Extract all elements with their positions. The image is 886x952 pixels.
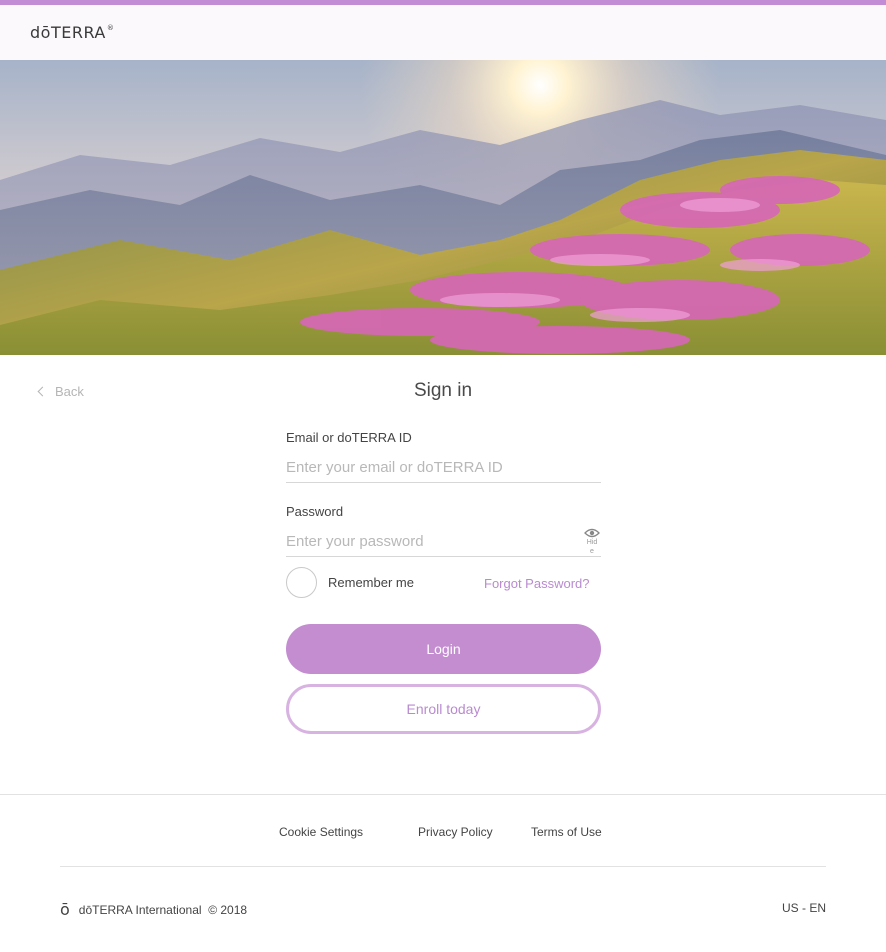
login-button-label: Login	[426, 641, 461, 657]
remember-me-label: Remember me	[328, 575, 414, 590]
email-label: Email or doTERRA ID	[286, 430, 412, 445]
login-button[interactable]: Login	[286, 624, 601, 674]
site-header: dōTERRA ®	[0, 5, 886, 60]
toggle-password-visibility[interactable]: Hide	[583, 528, 601, 556]
password-label: Password	[286, 504, 344, 519]
footer-link-terms-of-use[interactable]: Terms of Use	[531, 825, 602, 839]
email-field[interactable]	[286, 453, 601, 483]
logo-registered-mark: ®	[106, 24, 115, 32]
doterra-logo[interactable]: dōTERRA ®	[30, 23, 114, 42]
locale-selector[interactable]: US - EN	[782, 901, 826, 915]
footer-copyright: dōTERRA International © 2018	[78, 902, 248, 917]
password-field[interactable]	[286, 527, 581, 557]
page-title: Sign in	[413, 380, 473, 401]
enroll-button[interactable]: Enroll today	[286, 684, 601, 734]
doterra-mark-icon: ō	[60, 900, 70, 919]
enroll-button-label: Enroll today	[406, 701, 481, 717]
hide-label: Hide	[586, 539, 598, 555]
hero-banner-image	[0, 60, 886, 355]
footer-divider-top	[0, 794, 886, 795]
remember-me-checkbox[interactable]	[286, 567, 317, 598]
footer-link-privacy-policy[interactable]: Privacy Policy	[418, 825, 493, 839]
footer-divider	[60, 866, 826, 867]
logo-text: dōTERRA	[30, 23, 106, 42]
footer-brand: ō dōTERRA International © 2018	[60, 900, 247, 919]
forgot-password-link[interactable]: Forgot Password?	[484, 576, 590, 591]
eye-icon	[584, 528, 600, 538]
footer-link-cookie-settings[interactable]: Cookie Settings	[279, 825, 363, 839]
